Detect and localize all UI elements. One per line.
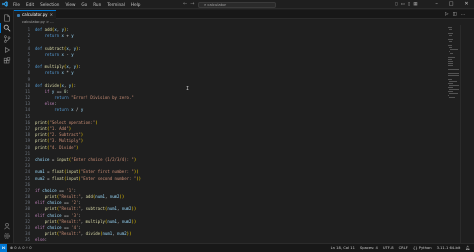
tab-calculator-py[interactable]: calculator.py × xyxy=(14,10,56,19)
minimap-line xyxy=(448,63,453,64)
minimap-line xyxy=(448,95,450,96)
minimap-line xyxy=(448,87,453,88)
language-mode[interactable]: {} Python xyxy=(413,244,432,252)
tab-close-icon[interactable]: × xyxy=(50,11,53,19)
forward-arrow-icon[interactable]: → xyxy=(190,1,197,7)
minimap-line xyxy=(448,65,453,66)
title-bar: File Edit Selection View Go Run Terminal… xyxy=(0,0,474,9)
split-editor-icon[interactable]: ◫ xyxy=(452,12,460,17)
minimap-line xyxy=(449,29,452,30)
minimap-line xyxy=(449,51,451,52)
menu-view[interactable]: View xyxy=(65,0,75,9)
minimap[interactable] xyxy=(448,25,460,105)
minimap-line xyxy=(449,89,459,90)
minimap-line xyxy=(448,91,453,92)
code-line[interactable]: choice = input("Enter choice (1/2/3/4): … xyxy=(35,157,141,163)
code-line[interactable]: print("Result:", divide(num1, num2)) xyxy=(35,231,141,237)
minimap-line xyxy=(448,27,452,28)
minimap-line xyxy=(450,53,453,54)
minimap-line xyxy=(449,35,452,36)
menu-bar: File Edit Selection View Go Run Terminal… xyxy=(13,0,140,9)
more-actions-icon[interactable]: … xyxy=(461,12,470,17)
minimize-icon[interactable]: – xyxy=(435,0,438,9)
minimap-line xyxy=(450,49,459,50)
settings-icon[interactable] xyxy=(3,232,11,240)
status-left: ⊗ 0 ⚠ 0 ⑂ 0 xyxy=(10,244,32,252)
nav-arrows: ←→ xyxy=(183,0,197,9)
line-number-gutter: 1 2 3 4 5 6 7 8 9 10 11 12 13 14 15 16 17 18 19 20 21 22 23 24 2… xyxy=(14,27,30,250)
search-icon[interactable] xyxy=(3,24,11,32)
window-controls: – □ ✕ xyxy=(430,0,474,9)
python-interpreter[interactable]: 3.11.1 64-bit xyxy=(437,244,461,252)
menu-selection[interactable]: Selection xyxy=(40,0,59,9)
tab-label: calculator.py xyxy=(22,12,48,17)
minimap-line xyxy=(448,69,459,70)
minimap-line xyxy=(448,45,453,46)
maximize-icon[interactable]: □ xyxy=(449,0,454,9)
search-icon: ⌕ xyxy=(204,1,207,7)
code-editor[interactable]: 1 2 3 4 5 6 7 8 9 10 11 12 13 14 15 16 17 18 19 20 21 22 23 24 2… xyxy=(14,25,460,249)
ports-count[interactable]: ⑂ 0 xyxy=(26,246,32,250)
search-label: calculator xyxy=(207,1,227,7)
tab-bar: calculator.py × ▷◫… xyxy=(14,10,474,19)
minimap-line xyxy=(448,83,453,84)
vscode-logo-icon xyxy=(2,1,8,7)
active-indicator xyxy=(0,23,1,33)
python-file-icon xyxy=(17,13,20,17)
menu-edit[interactable]: Edit xyxy=(26,0,34,9)
minimap-line xyxy=(448,57,455,58)
close-icon[interactable]: ✕ xyxy=(464,0,468,9)
minimap-line xyxy=(448,75,459,76)
toggle-panel-icon[interactable]: ▭ xyxy=(400,2,407,7)
minimap-line xyxy=(449,41,452,42)
menu-go[interactable]: Go xyxy=(81,0,87,9)
minimap-line xyxy=(449,93,458,94)
minimap-line xyxy=(449,85,459,86)
mouse-cursor: I xyxy=(186,86,190,92)
command-center-search[interactable]: ⌕ calculator xyxy=(198,1,276,8)
minimap-line xyxy=(449,47,452,48)
errors-count[interactable]: ⊗ 0 xyxy=(10,246,17,250)
status-right: Ln 18, Col 11 Spaces: 4 UTF-8 CRLF {} Py… xyxy=(331,244,470,252)
minimap-line xyxy=(448,39,453,40)
files-icon[interactable] xyxy=(3,14,11,22)
code-area[interactable]: def add(x, y): return x + y def subtract… xyxy=(35,27,141,250)
end-of-line[interactable]: CRLF xyxy=(399,244,408,252)
minimap-line xyxy=(448,61,453,62)
account-icon[interactable] xyxy=(3,222,11,230)
minimap-line xyxy=(448,59,452,60)
source-control-icon[interactable] xyxy=(3,35,11,43)
warnings-count[interactable]: ⚠ 0 xyxy=(18,246,25,250)
minimap-line xyxy=(449,81,458,82)
minimap-line xyxy=(448,33,453,34)
encoding[interactable]: UTF-8 xyxy=(383,244,394,252)
customize-layout-icon[interactable]: ▦ xyxy=(413,2,420,7)
status-bar: ⋈ ⊗ 0 ⚠ 0 ⑂ 0 Ln 18, Col 11 Spaces: 4 UT… xyxy=(0,243,474,252)
minimap-line xyxy=(448,79,453,80)
layout-controls: ▯▭▯▦ xyxy=(395,0,421,9)
vertical-scrollbar[interactable] xyxy=(460,25,474,243)
minimap-line xyxy=(448,73,459,74)
editor-actions: ▷◫… xyxy=(445,10,469,19)
menu-help[interactable]: Help xyxy=(131,0,141,9)
remote-indicator-icon[interactable]: ⋈ xyxy=(0,244,7,252)
extensions-icon[interactable] xyxy=(3,57,11,65)
menu-terminal[interactable]: Terminal xyxy=(107,0,125,9)
code-line[interactable]: num2 = float(input("Enter second number:… xyxy=(35,176,141,182)
cursor-position[interactable]: Ln 18, Col 11 xyxy=(331,244,355,252)
notifications-icon[interactable]: 🔔︎ xyxy=(465,244,470,252)
activity-bar xyxy=(0,10,14,243)
minimap-line xyxy=(449,97,455,98)
indentation[interactable]: Spaces: 4 xyxy=(360,244,378,252)
run-debug-icon[interactable] xyxy=(3,46,11,54)
menu-run[interactable]: Run xyxy=(93,0,101,9)
menu-file[interactable]: File xyxy=(13,0,20,9)
